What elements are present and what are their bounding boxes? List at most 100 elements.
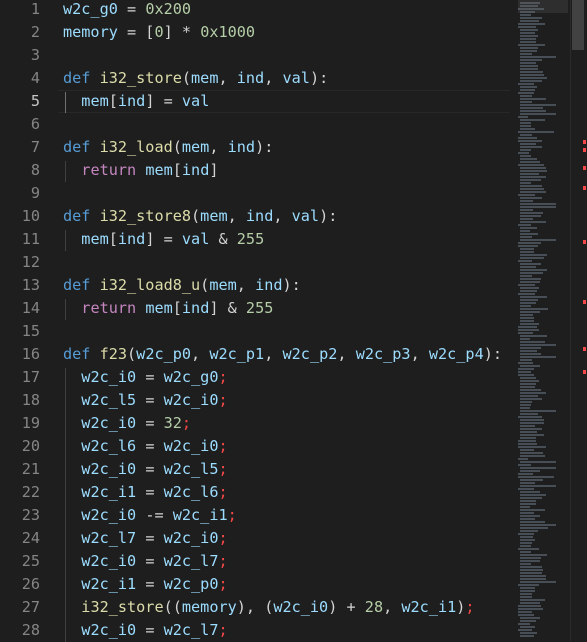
code-line[interactable]: return mem[ind] (63, 159, 218, 182)
code-token: ind (117, 92, 146, 110)
minimap-line (518, 458, 528, 460)
minimap[interactable] (518, 0, 568, 641)
line-number-gutter[interactable]: 1 2 3 4 5 6 7 8 9 10 11 12 13 14 15 16 17 18 19 20 21 22 23 24 2… (0, 0, 50, 641)
code-token: ind (117, 230, 146, 248)
line-number: 15 (21, 322, 40, 340)
minimap-line (520, 14, 531, 16)
code-line[interactable]: i32_store((memory), (w2c_i0) + 28, w2c_i… (63, 596, 474, 619)
code-token: 255 (236, 230, 265, 248)
code-token: mem (200, 207, 228, 225)
minimap-line (520, 545, 531, 547)
minimap-line (520, 419, 544, 421)
minimap-line (520, 188, 544, 190)
code-token: memory (63, 23, 118, 41)
code-line[interactable]: w2c_i0 = w2c_l7; (63, 619, 228, 642)
code-token: return (81, 299, 146, 317)
code-line[interactable]: mem[ind] = val & 255 (63, 228, 264, 251)
code-line[interactable]: memory = [0] * 0x1000 (63, 21, 255, 44)
code-line[interactable]: w2c_i0 = 32; (63, 412, 191, 435)
code-token: = (136, 368, 164, 386)
minimap-line (520, 551, 531, 553)
minimap-line (520, 122, 531, 124)
minimap-line (520, 428, 542, 430)
code-token: def (63, 69, 100, 87)
minimap-line (520, 146, 542, 148)
vertical-scrollbar[interactable] (570, 0, 587, 641)
code-token: ; (218, 621, 228, 639)
scrollbar-thumb[interactable] (572, 0, 584, 50)
line-number: 25 (21, 552, 40, 570)
code-line[interactable]: return mem[ind] & 255 (63, 297, 273, 320)
minimap-line (520, 539, 535, 541)
code-line[interactable]: def i32_store8(mem, ind, val): (63, 205, 337, 228)
minimap-line (520, 509, 545, 511)
minimap-line (520, 512, 534, 514)
code-token: , (264, 69, 283, 87)
code-token: 0x1000 (200, 23, 256, 41)
code-token: ; (218, 575, 228, 593)
code-token: ): (282, 276, 301, 294)
minimap-line (520, 506, 530, 508)
minimap-line (520, 209, 533, 211)
minimap-line (520, 314, 533, 316)
minimap-viewport-slider[interactable] (518, 0, 568, 13)
minimap-line (518, 629, 532, 631)
code-token: w2c_i0 (273, 598, 329, 616)
code-line[interactable]: def f23(w2c_p0, w2c_p1, w2c_p2, w2c_p3, … (63, 343, 502, 366)
minimap-line (520, 161, 540, 163)
code-token: ) + (328, 598, 365, 616)
code-token: 28 (364, 598, 384, 616)
code-line[interactable]: w2c_g0 = 0x200 (63, 0, 191, 21)
minimap-line (518, 584, 539, 586)
minimap-line (520, 452, 543, 454)
code-line[interactable]: w2c_i1 = w2c_l6; (63, 481, 227, 504)
code-editor[interactable]: 1 2 3 4 5 6 7 8 9 10 11 12 13 14 15 16 17 18 19 20 21 22 23 24 2… (0, 0, 587, 642)
minimap-line (520, 617, 540, 619)
minimap-line (520, 197, 542, 199)
line-number: 17 (21, 368, 40, 386)
minimap-line (520, 110, 546, 112)
code-line[interactable]: w2c_l5 = w2c_i0; (63, 389, 227, 412)
minimap-line (518, 548, 539, 550)
code-line[interactable]: mem[ind] = val (63, 90, 209, 113)
minimap-line (518, 605, 541, 607)
code-token: [ (108, 230, 118, 248)
minimap-line (520, 503, 536, 505)
code-token: w2c_i0 (81, 460, 137, 478)
line-number: 13 (21, 276, 40, 294)
code-token: ind (255, 276, 283, 294)
code-line[interactable]: def i32_load(mem, ind): (63, 136, 273, 159)
code-token: , (264, 345, 283, 363)
code-token: ind (236, 69, 265, 87)
code-token: w2c_p2 (282, 345, 338, 363)
code-token: def (63, 276, 100, 294)
line-number: 19 (21, 414, 40, 432)
minimap-line (520, 158, 537, 160)
code-line[interactable]: w2c_i0 = w2c_l7; (63, 550, 227, 573)
minimap-line (520, 392, 546, 394)
minimap-line (520, 182, 531, 184)
minimap-line (520, 398, 542, 400)
code-line[interactable]: w2c_i0 = w2c_l5; (63, 458, 227, 481)
code-line[interactable]: def i32_load8_u(mem, ind): (63, 274, 301, 297)
code-line[interactable]: w2c_i0 = w2c_g0; (63, 366, 227, 389)
code-token: = (136, 575, 164, 593)
code-line[interactable]: w2c_i0 -= w2c_i1; (63, 504, 236, 527)
minimap-line (520, 176, 546, 178)
minimap-line (520, 413, 538, 415)
code-token: ): (309, 69, 329, 87)
code-token: ): (255, 138, 274, 156)
code-area[interactable]: w2c_g0 = 0x200 memory = [0] * 0x1000 def i… (63, 0, 507, 641)
code-line[interactable]: w2c_i1 = w2c_p0; (63, 573, 228, 596)
minimap-line (518, 116, 528, 118)
code-token: [ (172, 299, 182, 317)
minimap-line (520, 560, 540, 562)
code-token: f23 (99, 345, 128, 363)
minimap-line (520, 434, 544, 436)
code-line[interactable]: def i32_store(mem, ind, val): (63, 67, 328, 90)
code-line[interactable]: w2c_l6 = w2c_i0; (63, 435, 227, 458)
code-token: ] * (163, 23, 201, 41)
code-token: ind (227, 138, 256, 156)
minimap-line (520, 431, 537, 433)
code-line[interactable]: w2c_l7 = w2c_i0; (63, 527, 227, 550)
